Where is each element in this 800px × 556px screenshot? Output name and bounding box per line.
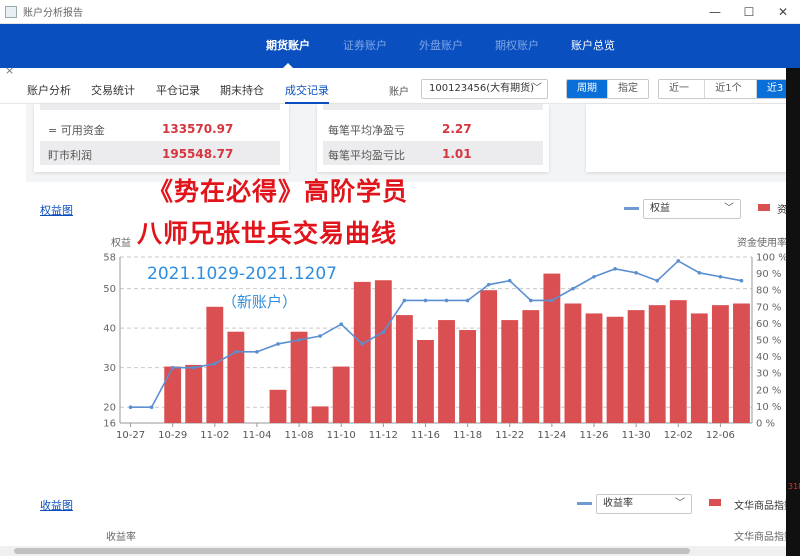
avg-pnl-ratio-value: 1.01 [442,147,472,161]
profit-chart-panel: 收益图 收益率 ﹀ 文华商品指数 收益率 文华商品指数 [26,488,794,546]
right-edge-strip: 318 [786,68,800,556]
close-icon[interactable]: ✕ [766,0,800,24]
profit-series-select-value: 收益率 [603,498,633,509]
range-button-group: 近一周 近1个月 近3个 [658,79,800,99]
profit-right-axis-name: 文华商品指数 [734,532,794,543]
window-titlebar: 账户分析报告 — ☐ ✕ [0,0,800,24]
overlay-title-line2: 八师兄张世兵交易曲线 [137,219,398,248]
profit-legend-bar-label: 文华商品指数 [734,501,794,512]
summary-row-partial [323,104,543,110]
app-icon [5,5,17,18]
avg-net-pnl-value: 2.27 [442,122,472,136]
summary-card-left: = 可用资金 133570.97 盯市利润 195548.77 [34,104,289,172]
profit-left-axis-name: 收益率 [106,532,136,543]
summary-card-extra [586,104,788,172]
tab-trade-records[interactable]: 成交记录 [285,82,329,104]
period-cycle-button[interactable]: 周期 [567,80,607,98]
equity-series-select[interactable]: 权益 ﹀ [643,199,741,219]
mtm-profit-value: 195548.77 [162,147,234,161]
equity-right-axis-name: 资金使用率 [737,238,787,249]
account-select[interactable]: 100123456(大有期货) ﹀ [421,79,548,99]
nav-foreign-account[interactable]: 外盘账户 [419,24,463,68]
right-edge-label: 318 [788,482,800,491]
minimize-icon[interactable]: — [698,0,732,24]
equity-legend-bar-icon [758,204,770,211]
horizontal-scrollbar-thumb[interactable] [14,548,690,554]
available-funds-value: 133570.97 [162,122,234,136]
chevron-down-icon: ﹀ [532,83,542,94]
sub-tabs-bar: 账户分析 交易统计 平仓记录 期末持仓 成交记录 账户 100123456(大有… [0,74,800,104]
chevron-down-icon: ﹀ [675,498,685,509]
period-button-group: 周期 指定 [566,79,649,99]
overlay-note: （新账户） [222,293,298,311]
profit-series-select[interactable]: 收益率 ﹀ [596,494,692,514]
summary-row-partial [40,104,280,110]
tab-close-records[interactable]: 平仓记录 [156,82,200,98]
summary-card-right: 每笔平均净盈亏 2.27 每笔平均盈亏比 1.01 [317,104,549,172]
avg-net-pnl-label: 每笔平均净盈亏 [328,124,405,137]
mtm-profit-label: 盯市利润 [48,149,92,162]
range-1month-button[interactable]: 近1个月 [704,80,756,98]
equity-chart-title[interactable]: 权益图 [40,202,73,218]
available-funds-label: = 可用资金 [48,124,105,137]
maximize-icon[interactable]: ☐ [732,0,766,24]
top-navigation: 期货账户 证券账户 外盘账户 期权账户 账户总览 [0,24,800,68]
tab-end-positions[interactable]: 期末持仓 [220,82,264,98]
window-controls: — ☐ ✕ [698,0,800,24]
nav-options-account[interactable]: 期权账户 [495,24,539,68]
equity-left-axis-name: 权益 [111,238,131,249]
summary-area: = 可用资金 133570.97 盯市利润 195548.77 每笔平均净盈亏 … [26,104,788,182]
nav-securities-account[interactable]: 证券账户 [343,24,387,68]
account-select-value: 100123456(大有期货) [429,83,535,94]
window-title: 账户分析报告 [23,8,83,19]
chevron-down-icon: ﹀ [724,203,734,214]
tab-account-analysis[interactable]: 账户分析 [27,82,71,98]
profit-legend-bar-icon [709,499,721,506]
range-1week-button[interactable]: 近一周 [659,80,704,98]
account-label: 账户 [389,87,409,98]
profit-legend-line-icon [577,502,592,505]
nav-futures-account[interactable]: 期货账户 [266,24,310,68]
profit-chart-title[interactable]: 收益图 [40,497,73,513]
overlay-date-range: 2021.1029-2021.1207 [147,264,337,284]
overlay-title-line1: 《势在必得》高阶学员 [148,177,409,206]
avg-pnl-ratio-label: 每笔平均盈亏比 [328,149,405,162]
equity-legend-line-icon [624,207,639,210]
nav-account-overview[interactable]: 账户总览 [571,24,615,68]
horizontal-scrollbar[interactable] [0,546,786,556]
tab-trade-stats[interactable]: 交易统计 [91,82,135,98]
equity-series-select-value: 权益 [650,203,670,214]
period-specify-button[interactable]: 指定 [607,80,648,98]
